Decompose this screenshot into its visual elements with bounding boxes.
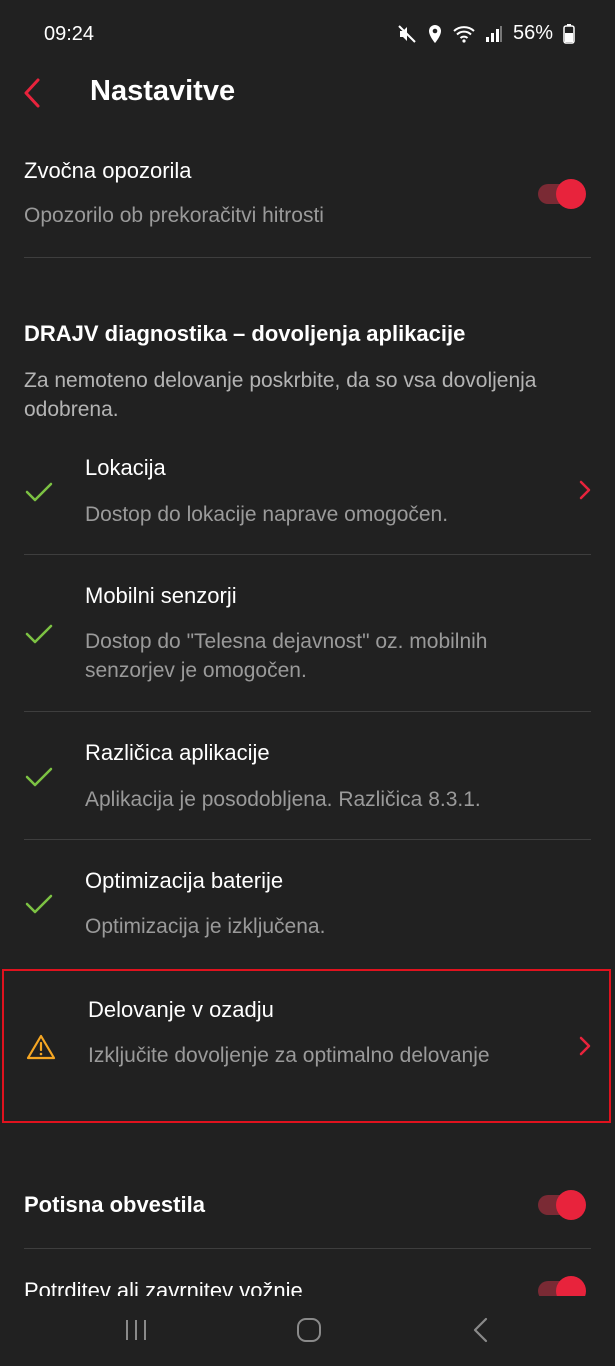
sound-alerts-title: Zvočna opozorila	[24, 158, 192, 183]
check-icon	[25, 482, 53, 502]
diagnostics-heading: DRAJV diagnostika – dovoljenja aplikacij…	[24, 321, 466, 346]
permission-title: Mobilni senzorji	[85, 583, 237, 608]
divider	[24, 1248, 591, 1249]
back-button[interactable]	[18, 76, 50, 110]
chevron-right-icon[interactable]	[578, 1036, 592, 1056]
push-notifications-toggle[interactable]	[538, 1190, 588, 1220]
check-icon	[25, 894, 53, 914]
sound-alerts-toggle[interactable]	[538, 179, 588, 209]
status-time: 09:24	[44, 23, 95, 45]
back-nav-icon[interactable]	[470, 1316, 490, 1344]
permission-background-row[interactable]: Delovanje v ozadju Izključite dovoljenje…	[0, 982, 615, 1112]
permission-subtitle: Optimizacija je izključena.	[85, 915, 326, 938]
home-icon[interactable]	[295, 1316, 323, 1344]
warning-icon	[26, 1034, 56, 1060]
diagnostics-description: Za nemoteno delovanje poskrbite, da so v…	[24, 369, 537, 421]
divider	[24, 711, 591, 712]
back-arrow-icon	[24, 78, 40, 108]
divider	[24, 257, 591, 258]
chevron-right-icon[interactable]	[578, 480, 592, 500]
trip-confirm-row[interactable]: Potrditev ali zavrnitev vožnje	[0, 1270, 615, 1296]
permission-subtitle: Izključite dovoljenje za optimalno delov…	[88, 1044, 490, 1067]
permission-title: Optimizacija baterije	[85, 868, 284, 893]
system-nav-bar	[0, 1296, 615, 1366]
check-icon	[25, 767, 53, 787]
location-icon	[427, 24, 443, 44]
permission-location-row[interactable]: Lokacija Dostop do lokacije naprave omog…	[0, 440, 615, 555]
divider	[24, 554, 591, 555]
trip-confirm-title: Potrditev ali zavrnitev vožnje	[24, 1278, 303, 1296]
mute-icon	[397, 24, 417, 44]
sound-alerts-subtitle: Opozorilo ob prekoračitvi hitrosti	[24, 204, 324, 227]
permission-app-version-row[interactable]: Različica aplikacije Aplikacija je posod…	[0, 725, 615, 839]
sound-alerts-row[interactable]: Zvočna opozorila Opozorilo ob prekoračit…	[0, 150, 615, 250]
divider	[24, 839, 591, 840]
permission-subtitle: Aplikacija je posodobljena. Različica 8.…	[85, 788, 481, 811]
permission-title: Različica aplikacije	[85, 740, 270, 765]
permission-title: Delovanje v ozadju	[88, 997, 274, 1022]
push-notifications-title: Potisna obvestila	[24, 1192, 205, 1217]
permission-battery-row[interactable]: Optimizacija baterije Optimizacija je iz…	[0, 853, 615, 967]
signal-icon	[485, 25, 503, 43]
push-notifications-row[interactable]: Potisna obvestila	[0, 1180, 615, 1230]
permission-sensors-row[interactable]: Mobilni senzorji Dostop do "Telesna deja…	[0, 568, 615, 712]
trip-confirm-toggle[interactable]	[538, 1276, 588, 1296]
app-header: Nastavitve	[0, 60, 615, 124]
permission-subtitle: Dostop do lokacije naprave omogočen.	[85, 503, 449, 526]
battery-percent: 56%	[512, 22, 553, 44]
wifi-icon	[453, 25, 475, 43]
battery-icon	[563, 23, 575, 44]
status-icons: 56%	[397, 22, 575, 45]
page-title: Nastavitve	[90, 75, 236, 107]
check-icon	[25, 624, 53, 644]
permission-subtitle: Dostop do "Telesna dejavnost" oz. mobiln…	[85, 630, 488, 682]
recent-apps-icon[interactable]	[123, 1318, 149, 1342]
permission-title: Lokacija	[85, 455, 166, 480]
